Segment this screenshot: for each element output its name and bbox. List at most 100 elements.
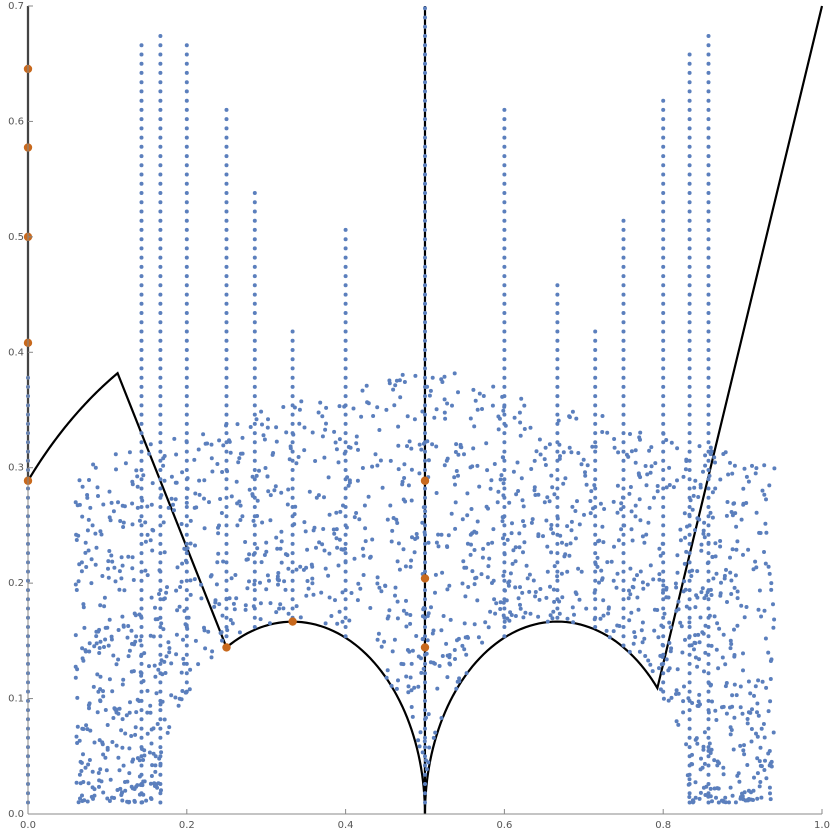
series-point bbox=[73, 633, 78, 638]
series-point bbox=[537, 597, 542, 602]
series-point bbox=[261, 433, 266, 438]
series-point bbox=[577, 522, 582, 527]
series-point bbox=[95, 485, 100, 490]
series-point bbox=[661, 477, 666, 482]
series-point bbox=[117, 768, 122, 773]
series-point bbox=[252, 237, 257, 242]
series-point bbox=[687, 348, 692, 352]
series-point bbox=[621, 292, 626, 297]
series-point bbox=[621, 569, 626, 574]
series-point bbox=[252, 578, 257, 583]
series-point bbox=[148, 538, 153, 543]
series-point bbox=[134, 468, 139, 473]
series-point bbox=[628, 432, 632, 436]
series-point bbox=[294, 604, 299, 609]
series-point bbox=[286, 487, 291, 492]
series-point bbox=[661, 366, 666, 371]
series-point bbox=[423, 745, 427, 750]
series-point bbox=[184, 338, 189, 343]
series-point bbox=[486, 564, 491, 569]
x-tick-label: 0.6 bbox=[496, 820, 512, 831]
series-point bbox=[173, 480, 178, 485]
series-point bbox=[698, 790, 703, 795]
series-point bbox=[332, 429, 337, 434]
series-point bbox=[749, 727, 754, 731]
series-point bbox=[686, 696, 691, 701]
series-point bbox=[116, 500, 120, 505]
series-point bbox=[393, 383, 398, 388]
series-point bbox=[555, 477, 560, 482]
series-point bbox=[150, 481, 155, 486]
series-point bbox=[464, 565, 469, 570]
series-point bbox=[423, 800, 427, 805]
series-point bbox=[558, 533, 563, 538]
series-point bbox=[423, 292, 427, 297]
series-point bbox=[454, 469, 459, 473]
series-point bbox=[687, 209, 692, 214]
series-point bbox=[681, 710, 686, 715]
series-point bbox=[712, 455, 717, 460]
series-point bbox=[687, 144, 692, 149]
series-point bbox=[139, 154, 144, 159]
series-point bbox=[379, 644, 384, 649]
series-point bbox=[708, 452, 713, 457]
series-point bbox=[133, 732, 138, 737]
series-point bbox=[703, 623, 708, 628]
series-point bbox=[418, 730, 423, 735]
series-point bbox=[502, 311, 507, 315]
series-point bbox=[368, 554, 373, 559]
series-point bbox=[764, 497, 768, 502]
series-point bbox=[343, 578, 348, 583]
series-point bbox=[317, 540, 322, 545]
series-point bbox=[459, 445, 464, 450]
series-point bbox=[464, 671, 469, 676]
series-point bbox=[150, 548, 155, 553]
series-point bbox=[224, 532, 229, 537]
series-point bbox=[687, 70, 692, 75]
series-point bbox=[184, 43, 189, 48]
series-point bbox=[502, 209, 507, 214]
series-point bbox=[144, 798, 149, 803]
series-point bbox=[158, 292, 163, 297]
series-point bbox=[532, 488, 537, 493]
series-point bbox=[139, 597, 144, 602]
series-point bbox=[433, 590, 437, 595]
series-point bbox=[290, 348, 295, 352]
series-point bbox=[706, 348, 711, 352]
series-point bbox=[162, 659, 167, 664]
series-point bbox=[692, 647, 696, 652]
series-point bbox=[184, 495, 189, 500]
series-point bbox=[706, 255, 711, 260]
series-point bbox=[569, 528, 574, 533]
series-point bbox=[158, 375, 163, 380]
series-point bbox=[687, 505, 692, 509]
series-point bbox=[423, 98, 427, 103]
series-point bbox=[471, 387, 476, 392]
series-point bbox=[125, 799, 130, 804]
series-point bbox=[731, 747, 736, 752]
series-point bbox=[757, 588, 762, 593]
series-point bbox=[555, 615, 560, 620]
series-point bbox=[158, 218, 163, 223]
series-point bbox=[193, 638, 198, 643]
series-point bbox=[763, 758, 767, 763]
series-point bbox=[687, 218, 692, 223]
series-point bbox=[742, 615, 747, 620]
series-point bbox=[343, 495, 348, 500]
series-point bbox=[126, 624, 131, 628]
series-point bbox=[322, 548, 327, 553]
series-point bbox=[502, 246, 507, 251]
highlight-point bbox=[420, 476, 430, 485]
series-point bbox=[158, 449, 163, 454]
series-point bbox=[502, 560, 507, 565]
series-point bbox=[139, 643, 144, 648]
series-point bbox=[501, 481, 506, 486]
series-point bbox=[657, 666, 661, 671]
series-point bbox=[184, 135, 189, 140]
series-point bbox=[472, 622, 477, 627]
series-point bbox=[290, 375, 295, 380]
series-point bbox=[734, 547, 739, 552]
series-point bbox=[139, 403, 144, 408]
series-point bbox=[184, 403, 189, 408]
series-point bbox=[227, 438, 231, 443]
